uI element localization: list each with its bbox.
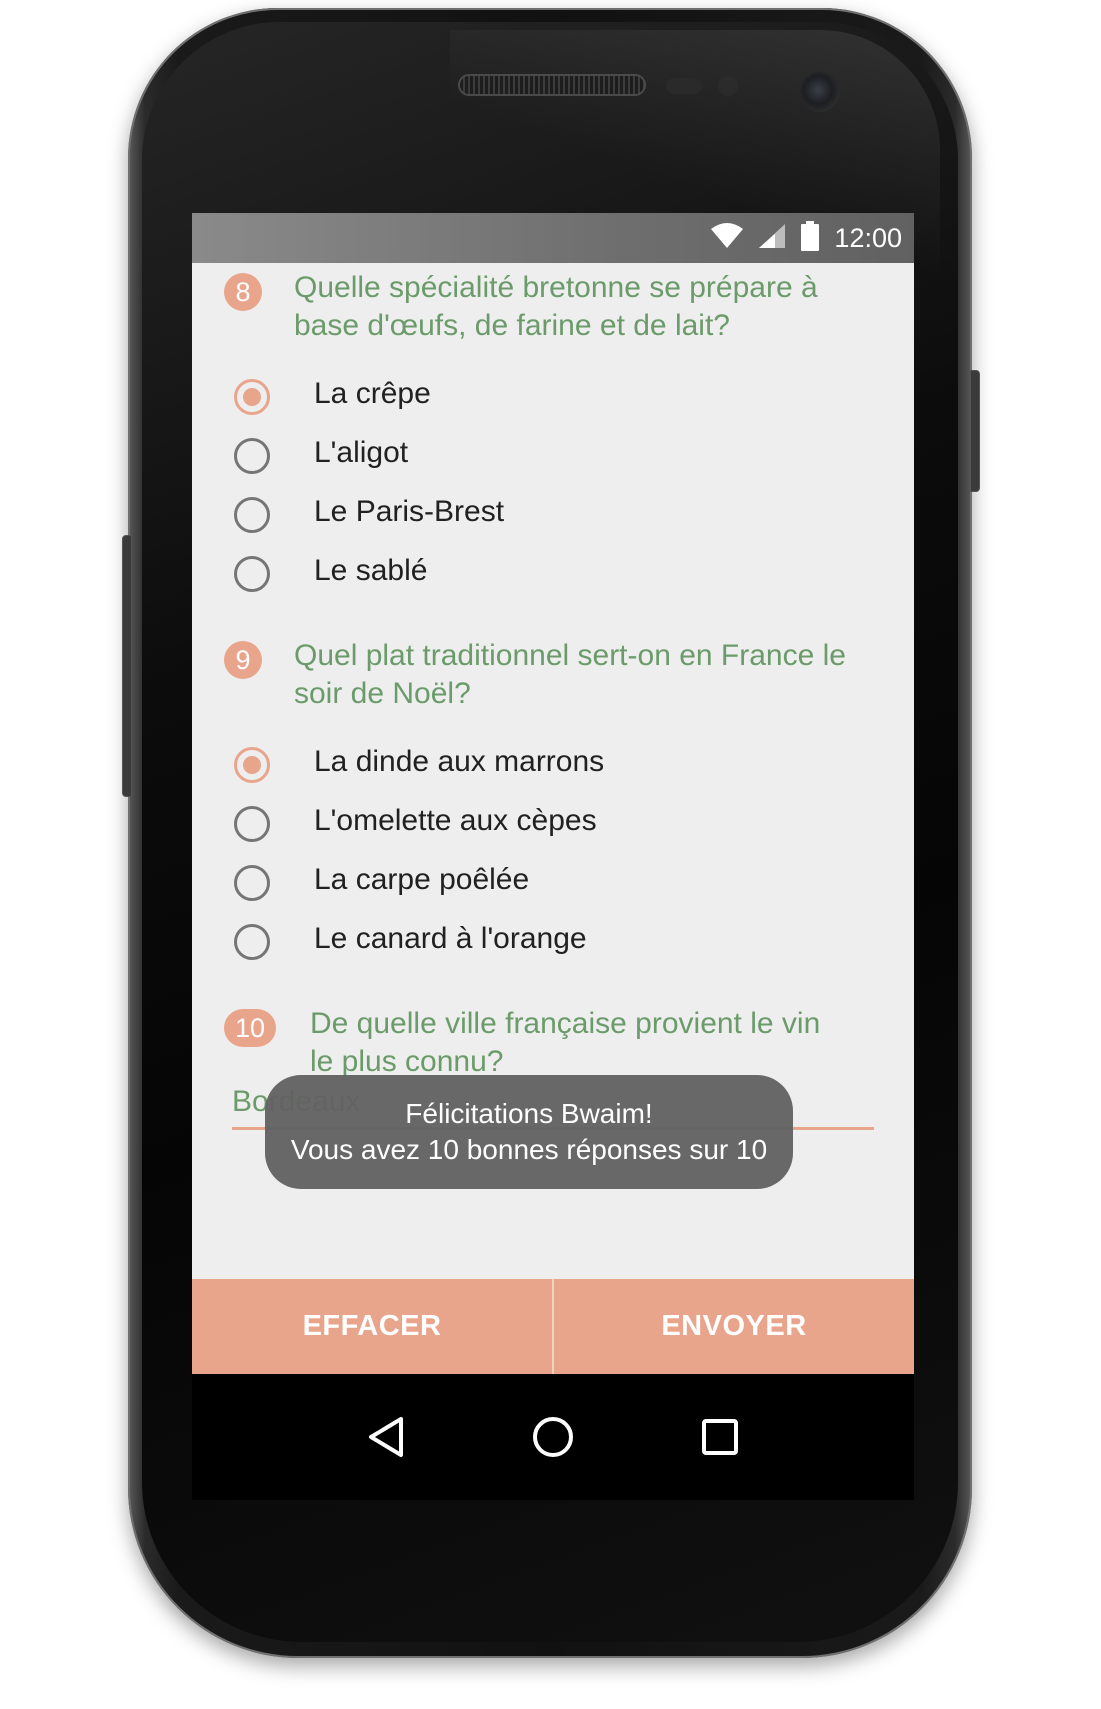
radio-option[interactable]: Le Paris-Brest <box>234 493 834 543</box>
home-icon[interactable] <box>525 1409 581 1465</box>
option-label: La carpe poêlée <box>314 863 530 896</box>
question-text-line: soir de Noël? <box>294 677 471 710</box>
question-text-line: De quelle ville française provient le vi… <box>310 1007 821 1040</box>
navigation-bar <box>192 1374 914 1500</box>
radio-option[interactable]: La carpe poêlée <box>234 861 834 911</box>
option-label: Le Paris-Brest <box>314 495 505 528</box>
radio-option[interactable]: Le canard à l'orange <box>234 920 834 970</box>
question-number-badge: 9 <box>224 641 262 679</box>
light-sensor <box>718 76 738 96</box>
submit-button[interactable]: ENVOYER <box>552 1279 914 1374</box>
question-text: Quel plat traditionnel sert-on en France… <box>294 637 846 713</box>
battery-icon <box>800 220 820 256</box>
toast-message: Félicitations Bwaim! Vous avez 10 bonnes… <box>265 1075 793 1189</box>
phone-screen: 12:00 8 Quelle spécialité bretonne se pr… <box>192 213 914 1500</box>
radio-option[interactable]: La dinde aux marrons <box>234 743 834 793</box>
radio-button[interactable] <box>234 806 270 842</box>
action-bar: EFFACER ENVOYER <box>192 1279 914 1374</box>
option-label: L'aligot <box>314 436 409 469</box>
radio-option[interactable]: La crêpe <box>234 375 834 425</box>
question-text: Quelle spécialité bretonne se prépare à … <box>294 269 818 345</box>
radio-option[interactable]: Le sablé <box>234 552 834 602</box>
status-bar: 12:00 <box>192 213 914 263</box>
clear-button[interactable]: EFFACER <box>192 1279 552 1374</box>
status-time: 12:00 <box>834 222 902 253</box>
question-number-badge: 8 <box>224 273 262 311</box>
question-number-badge: 10 <box>224 1009 276 1047</box>
toast-line: Félicitations Bwaim! <box>405 1098 653 1129</box>
radio-button[interactable] <box>234 556 270 592</box>
wifi-icon <box>710 222 744 254</box>
option-label: Le sablé <box>314 554 428 587</box>
radio-option[interactable]: L'aligot <box>234 434 834 484</box>
radio-button[interactable] <box>234 924 270 960</box>
option-label: La crêpe <box>314 377 431 410</box>
option-label: Le canard à l'orange <box>314 922 587 955</box>
radio-option[interactable]: L'omelette aux cèpes <box>234 802 834 852</box>
question-text-line: base d'œufs, de farine et de lait? <box>294 309 730 342</box>
power-button <box>970 370 980 492</box>
back-icon[interactable] <box>358 1409 414 1465</box>
radio-button-checked[interactable] <box>234 379 270 415</box>
question-text: De quelle ville française provient le vi… <box>310 1005 820 1081</box>
volume-button <box>122 535 132 797</box>
option-label: La dinde aux marrons <box>314 745 605 778</box>
question-text-line: Quel plat traditionnel sert-on en France… <box>294 639 846 672</box>
recents-icon[interactable] <box>692 1409 748 1465</box>
question-text-line: Quelle spécialité bretonne se prépare à <box>294 271 818 304</box>
proximity-sensor <box>666 78 702 94</box>
radio-button[interactable] <box>234 497 270 533</box>
radio-button[interactable] <box>234 438 270 474</box>
earpiece-speaker <box>458 74 646 96</box>
front-camera <box>800 72 840 112</box>
radio-button[interactable] <box>234 865 270 901</box>
signal-icon <box>758 223 786 254</box>
toast-line: Vous avez 10 bonnes réponses sur 10 <box>290 1134 768 1165</box>
option-label: L'omelette aux cèpes <box>314 804 597 837</box>
radio-button-checked[interactable] <box>234 747 270 783</box>
